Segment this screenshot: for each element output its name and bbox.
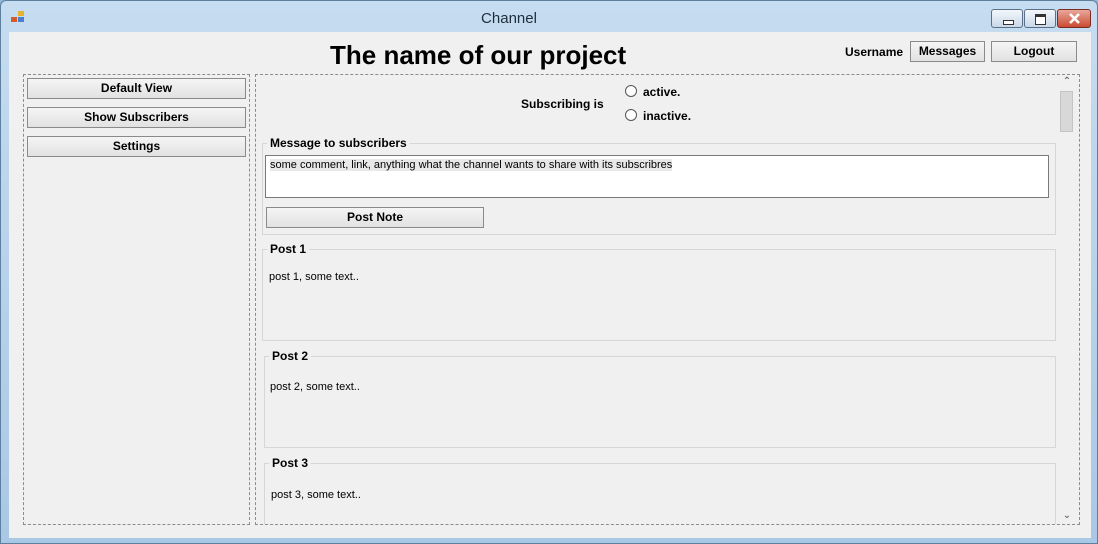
client-area: The name of our project Username Message…	[9, 32, 1091, 538]
radio-inactive-label[interactable]: inactive.	[643, 109, 691, 123]
message-text: some comment, link, anything what the ch…	[270, 159, 673, 171]
logout-button[interactable]: Logout	[991, 41, 1077, 62]
post-2-title: Post 2	[269, 349, 312, 363]
username-label: Username	[845, 45, 904, 59]
app-window: Channel The name of our project Username…	[0, 0, 1098, 544]
page-title: The name of our project	[330, 40, 627, 70]
close-button[interactable]	[1057, 9, 1091, 28]
post-3-text: post 3, some text..	[271, 489, 361, 501]
post-2-text: post 2, some text..	[270, 381, 360, 393]
post-2-group: Post 2 post 2, some text..	[264, 349, 1056, 448]
sidebar-item-show-subscribers[interactable]: Show Subscribers	[27, 107, 246, 128]
scroll-down-arrow-icon[interactable]: ⌄	[1058, 509, 1076, 523]
radio-active-label[interactable]: active.	[643, 85, 680, 99]
sidebar-item-default-view[interactable]: Default View	[27, 78, 246, 99]
message-group-legend: Message to subscribers	[267, 136, 410, 150]
post-1-text: post 1, some text..	[269, 271, 359, 283]
sidebar-item-settings[interactable]: Settings	[27, 136, 246, 157]
radio-inactive[interactable]	[625, 109, 637, 121]
scrollbar-thumb[interactable]	[1060, 91, 1073, 132]
post-3-title: Post 3	[269, 456, 312, 470]
title-bar[interactable]: Channel	[1, 1, 1097, 33]
message-textarea[interactable]: some comment, link, anything what the ch…	[265, 155, 1049, 198]
sidebar: Default View Show Subscribers Settings	[23, 74, 250, 525]
main-panel[interactable]: Subscribing is active. inactive. Message…	[255, 74, 1080, 525]
subscribing-label: Subscribing is	[521, 97, 604, 111]
post-3-group: Post 3 post 3, some text..	[264, 456, 1056, 524]
maximize-button[interactable]	[1024, 9, 1056, 28]
restore-icon	[1035, 14, 1046, 25]
minimize-icon	[1003, 20, 1014, 25]
post-note-button[interactable]: Post Note	[266, 207, 484, 228]
window-title: Channel	[481, 10, 537, 27]
close-icon	[1069, 13, 1080, 24]
scroll-up-arrow-icon[interactable]: ⌃	[1058, 75, 1076, 89]
vertical-scrollbar[interactable]: ⌃ ⌄	[1058, 75, 1076, 524]
post-1-group: Post 1 post 1, some text..	[262, 242, 1056, 341]
messages-button[interactable]: Messages	[910, 41, 985, 62]
post-1-title: Post 1	[267, 242, 310, 256]
radio-active[interactable]	[625, 85, 637, 97]
minimize-button[interactable]	[991, 9, 1023, 28]
